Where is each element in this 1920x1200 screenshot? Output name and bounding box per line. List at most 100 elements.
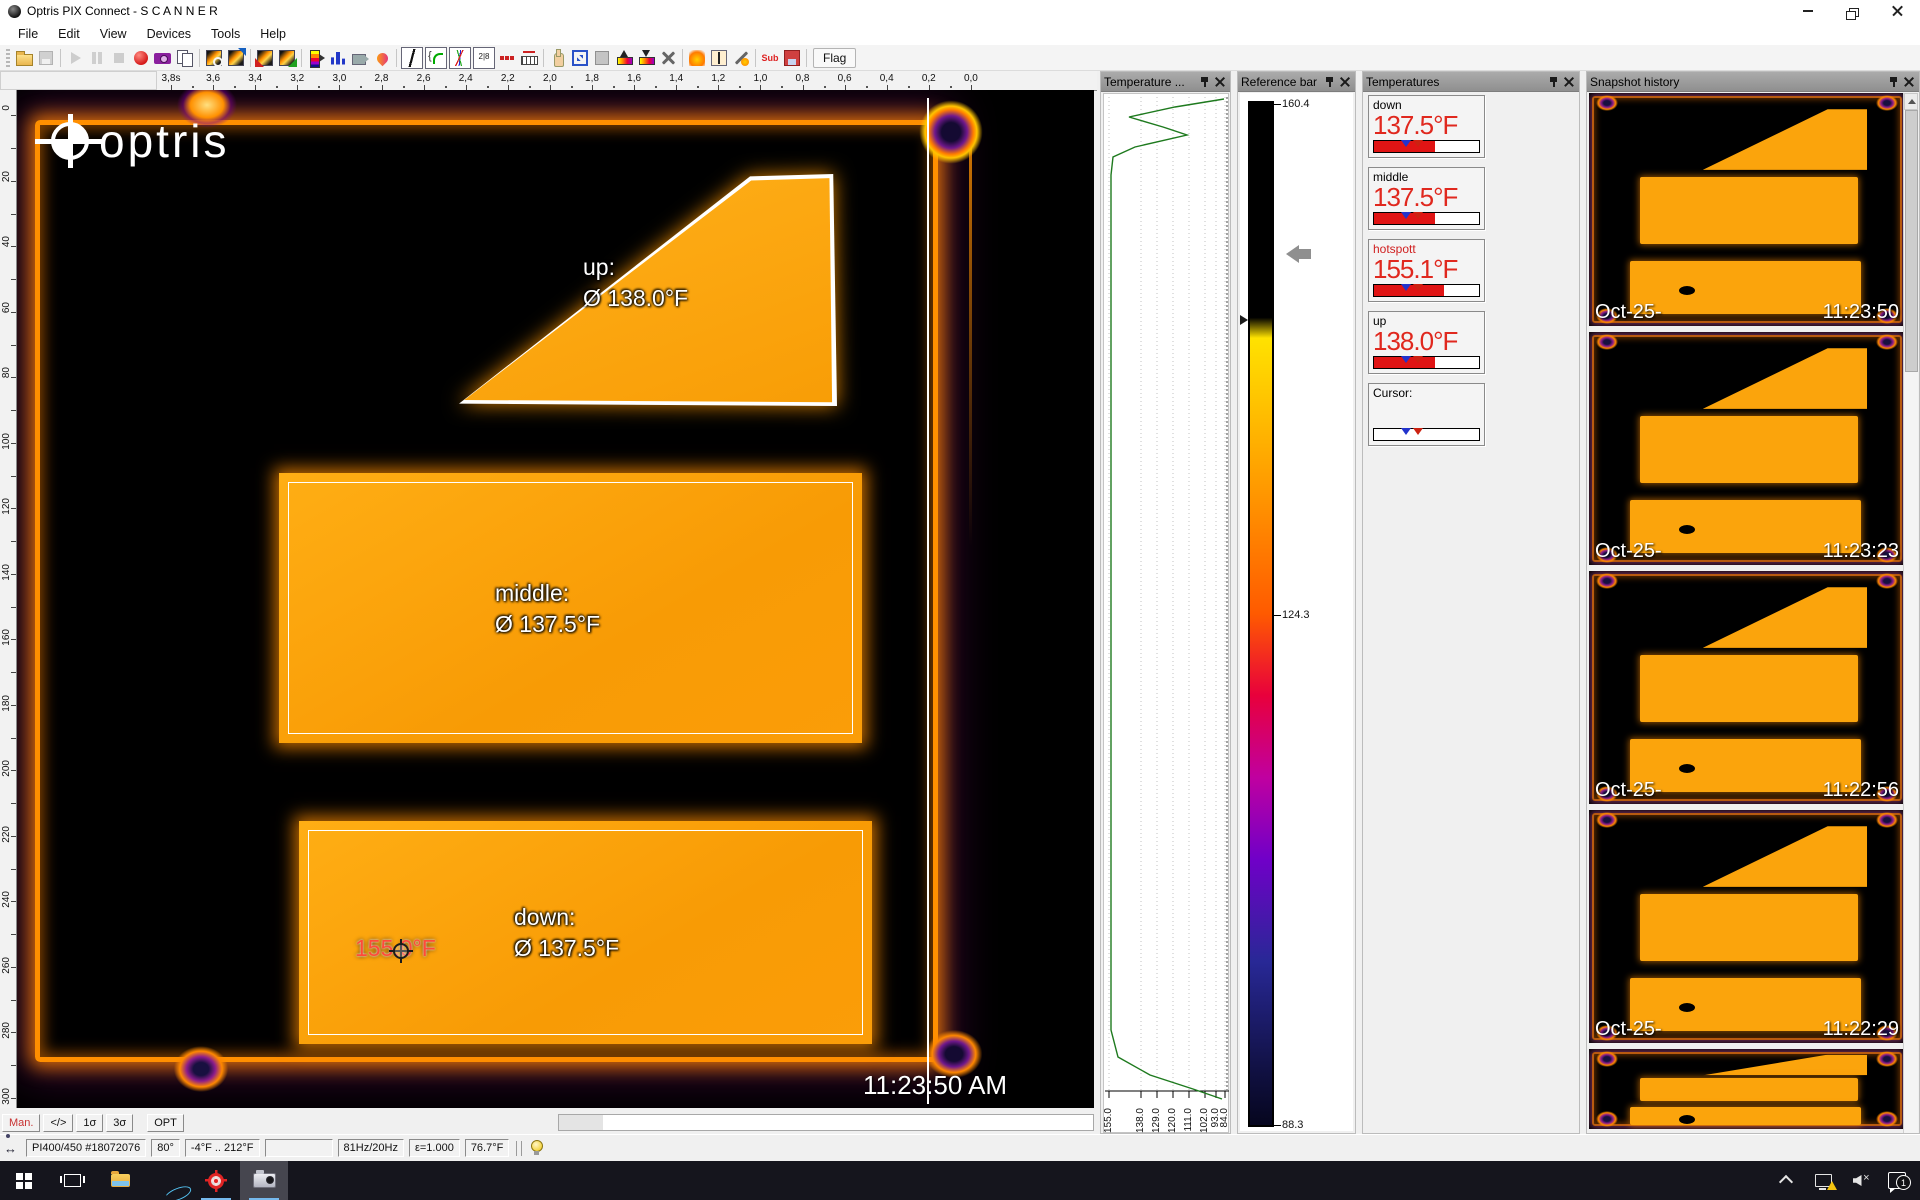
- open-file-icon[interactable]: [14, 48, 34, 68]
- low-marker-icon[interactable]: [1401, 356, 1411, 363]
- snapshot-thumbnail[interactable]: Oct-25-11:22:56: [1589, 571, 1905, 804]
- close-icon[interactable]: [1903, 76, 1915, 88]
- palette-next-icon[interactable]: [277, 48, 297, 68]
- reference-bar-header[interactable]: Reference bar: [1238, 72, 1355, 92]
- play-icon[interactable]: [65, 48, 85, 68]
- palette-selector-icon[interactable]: [306, 48, 326, 68]
- close-button[interactable]: [1875, 0, 1920, 22]
- lamp-indicator-icon[interactable]: [530, 1140, 542, 1156]
- temp-time-diagram-icon[interactable]: [425, 47, 447, 69]
- line-profile-icon[interactable]: [401, 47, 423, 69]
- low-marker-icon[interactable]: [1401, 212, 1411, 219]
- image-modes-icon[interactable]: [592, 48, 612, 68]
- hot-area-icon[interactable]: [687, 48, 707, 68]
- scaling-ruler-icon[interactable]: [519, 48, 539, 68]
- temperature-card-up[interactable]: up138.0°F: [1368, 311, 1485, 374]
- internet-explorer-button[interactable]: [144, 1161, 192, 1200]
- thermal-image-view[interactable]: up: Ø 138.0°F middle: Ø 137.5°F down: Ø …: [17, 90, 1094, 1108]
- temperature-card-middle[interactable]: middle137.5°F: [1368, 167, 1485, 230]
- histogram-icon[interactable]: [328, 48, 348, 68]
- snapshot-thumbnail[interactable]: Oct-25-11:22:29: [1589, 810, 1905, 1043]
- range-down-icon[interactable]: [636, 48, 656, 68]
- scaling-button-[interactable]: </>: [43, 1114, 73, 1132]
- temperatures-header[interactable]: Temperatures: [1363, 72, 1579, 92]
- menu-help[interactable]: Help: [250, 24, 296, 44]
- scaling-button-3[interactable]: 3σ: [106, 1114, 133, 1132]
- toolbar-grip[interactable]: [6, 49, 10, 67]
- optris-pix-connect-button[interactable]: [192, 1161, 240, 1200]
- high-marker-icon[interactable]: [1413, 212, 1423, 219]
- digital-display-icon[interactable]: 2|8: [473, 47, 495, 69]
- low-marker-icon[interactable]: [1401, 428, 1411, 435]
- action-center[interactable]: 1: [1886, 1168, 1908, 1194]
- menu-view[interactable]: View: [90, 24, 137, 44]
- flag-button[interactable]: Flag: [813, 48, 856, 68]
- scaling-button-opt[interactable]: OPT: [147, 1114, 184, 1132]
- minimize-button[interactable]: [1785, 0, 1830, 22]
- menu-edit[interactable]: Edit: [48, 24, 90, 44]
- restore-button[interactable]: [1830, 0, 1875, 22]
- high-marker-icon[interactable]: [1413, 428, 1423, 435]
- pin-icon[interactable]: [1199, 76, 1210, 88]
- temperature-card-down[interactable]: down137.5°F: [1368, 95, 1485, 158]
- subtract-icon[interactable]: Sub: [760, 48, 780, 68]
- multi-diagram-icon[interactable]: [449, 47, 471, 69]
- pin-icon[interactable]: [1548, 76, 1559, 88]
- snapshot-thumbnail[interactable]: [1589, 1049, 1905, 1129]
- scaling-button-man[interactable]: Man.: [2, 1114, 40, 1132]
- alarm-colors-icon[interactable]: [372, 48, 392, 68]
- snapshot-thumbnail[interactable]: Oct-25-11:23:50: [1589, 93, 1905, 326]
- fit-range-icon[interactable]: [709, 48, 729, 68]
- reference-color-bar[interactable]: [1248, 101, 1274, 1127]
- range-up-icon[interactable]: [614, 48, 634, 68]
- stop-icon[interactable]: [109, 48, 129, 68]
- measure-settings-icon[interactable]: [658, 48, 678, 68]
- save-icon[interactable]: [36, 48, 56, 68]
- low-marker-icon[interactable]: [1401, 140, 1411, 147]
- pin-icon[interactable]: [1888, 76, 1899, 88]
- tray-expand[interactable]: [1775, 1168, 1797, 1194]
- temp-values-icon[interactable]: [497, 48, 517, 68]
- scrollbar-thumb[interactable]: [1905, 110, 1918, 372]
- reference-slider-handle[interactable]: [1240, 315, 1248, 325]
- profile-cursor-line[interactable]: [927, 98, 929, 1104]
- close-icon[interactable]: [1214, 76, 1226, 88]
- volume-muted[interactable]: [1849, 1168, 1871, 1194]
- save-subtract-icon[interactable]: [782, 48, 802, 68]
- close-icon[interactable]: [1563, 76, 1575, 88]
- layout-tools-icon[interactable]: [731, 48, 751, 68]
- menu-tools[interactable]: Tools: [201, 24, 250, 44]
- pin-icon[interactable]: [1324, 76, 1335, 88]
- camera-app-button[interactable]: [240, 1161, 288, 1200]
- network-status[interactable]: [1812, 1168, 1834, 1194]
- snapshot-history-header[interactable]: Snapshot history: [1587, 72, 1919, 92]
- low-marker-icon[interactable]: [1401, 284, 1411, 291]
- snapshot-icon[interactable]: [153, 48, 173, 68]
- new-image-window-icon[interactable]: [204, 48, 224, 68]
- close-icon[interactable]: [1339, 76, 1351, 88]
- scaling-button-1[interactable]: 1σ: [76, 1114, 103, 1132]
- palette-previous-icon[interactable]: [255, 48, 275, 68]
- menu-devices[interactable]: Devices: [137, 24, 201, 44]
- scrollbar-thumb[interactable]: [559, 1115, 603, 1130]
- crosshair-cursor-icon[interactable]: [389, 939, 413, 963]
- snapshot-scrollbar[interactable]: [1903, 93, 1918, 1133]
- high-marker-icon[interactable]: [1413, 140, 1423, 147]
- high-marker-icon[interactable]: [1413, 284, 1423, 291]
- temperature-card-cursor[interactable]: Cursor:: [1368, 383, 1485, 446]
- copy-to-clipboard-icon[interactable]: [175, 48, 195, 68]
- temperature-card-hotspott[interactable]: hotspott155.1°F: [1368, 239, 1485, 302]
- record-icon[interactable]: [131, 48, 151, 68]
- image-horizontal-scrollbar[interactable]: [558, 1114, 1094, 1131]
- pause-icon[interactable]: [87, 48, 107, 68]
- high-marker-icon[interactable]: [1413, 356, 1423, 363]
- link-image-window-icon[interactable]: [226, 48, 246, 68]
- pan-hand-icon[interactable]: [548, 48, 568, 68]
- snapshot-thumbnail[interactable]: Oct-25-11:23:23: [1589, 332, 1905, 565]
- temperature-graph-header[interactable]: Temperature ...: [1101, 72, 1230, 92]
- scroll-up-arrow-icon[interactable]: [1904, 93, 1918, 110]
- full-screen-icon[interactable]: [570, 48, 590, 68]
- task-view-button[interactable]: [48, 1161, 96, 1200]
- menu-file[interactable]: File: [8, 24, 48, 44]
- video-modes-icon[interactable]: [350, 48, 370, 68]
